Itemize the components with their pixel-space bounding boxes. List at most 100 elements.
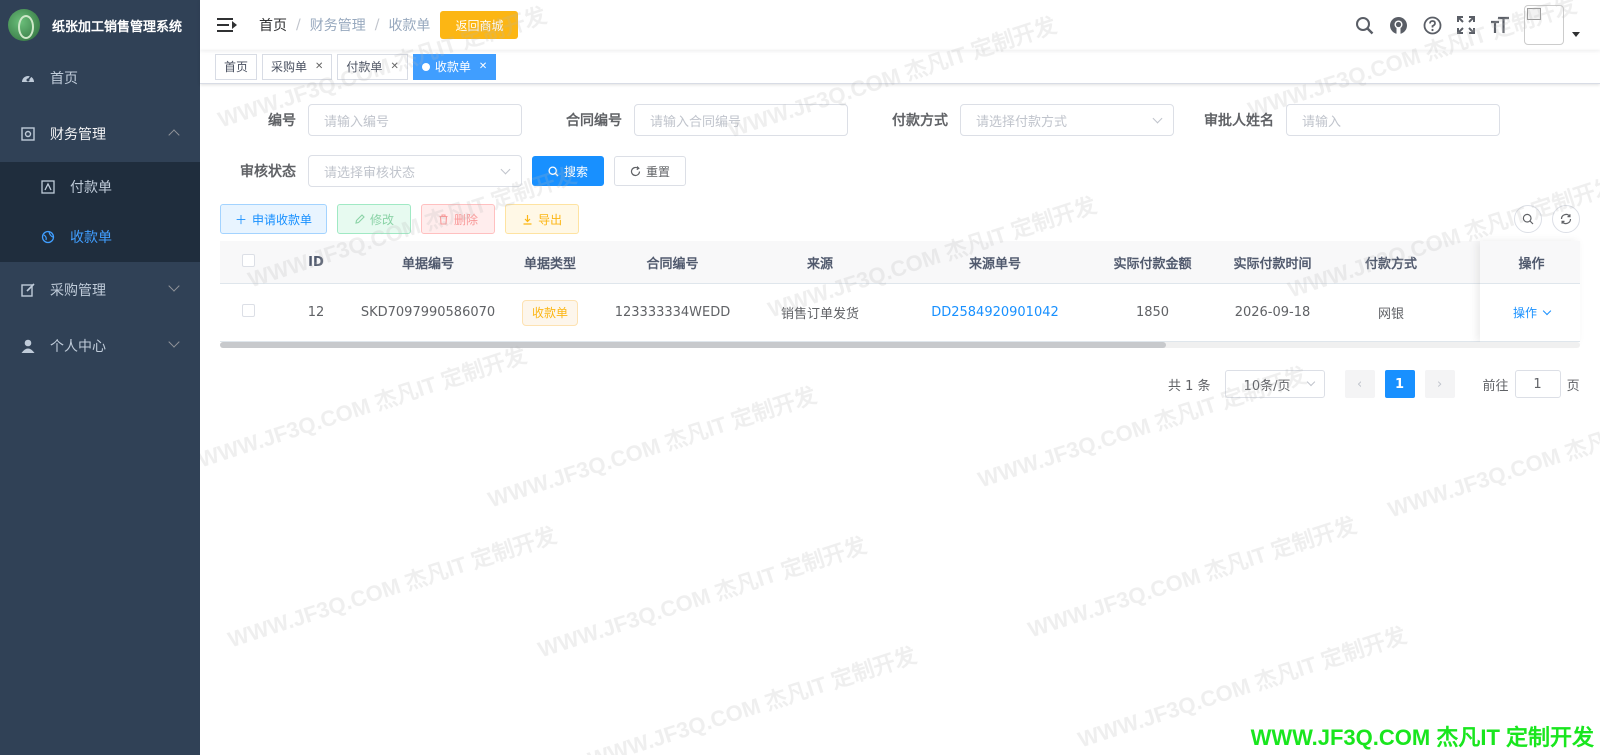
safe-icon xyxy=(20,126,36,142)
approver-input[interactable]: 请输入 xyxy=(1286,104,1500,136)
delete-button[interactable]: 删除 xyxy=(421,204,496,234)
chevron-down-icon xyxy=(168,336,180,348)
header-source: 来源 xyxy=(806,256,833,272)
sidebar-item-label: 个人中心 xyxy=(50,339,106,355)
logo-icon xyxy=(8,9,40,41)
sidebar-item-profile[interactable]: 个人中心 xyxy=(0,318,200,374)
tag-purchase[interactable]: 采购单 ✕ xyxy=(262,53,333,80)
receipt-table: ID 单据编号 单据类型 合同编号 来源 来源单号 实际付款金额 实际付款时间 … xyxy=(220,241,1580,342)
chevron-down-icon xyxy=(168,280,180,292)
operation-dropdown[interactable]: 操作 xyxy=(1512,304,1552,321)
table-horizontal-scrollbar[interactable] xyxy=(220,342,1580,348)
font-size-icon[interactable] xyxy=(1490,15,1510,35)
active-dot-icon xyxy=(421,62,430,71)
sidebar-item-payment[interactable]: 付款单 xyxy=(0,162,200,212)
hamburger-icon[interactable] xyxy=(217,17,237,33)
header-time: 实际付款时间 xyxy=(1233,256,1312,272)
sidebar-item-label: 付款单 xyxy=(70,180,112,196)
pagination: 共 1 条 10条/页 ‹ 1 › 前往 1 页 xyxy=(1168,370,1580,398)
cell-source-no: DD2584920901042 xyxy=(895,305,1095,320)
row-checkbox-cell xyxy=(220,304,276,321)
contract-label: 合同编号 xyxy=(566,113,622,129)
caret-down-icon[interactable] xyxy=(1572,31,1580,37)
search-icon[interactable] xyxy=(1354,15,1374,35)
toolbar: ＋ 申请收款单 修改 删除 导出 xyxy=(220,204,580,234)
refresh-button[interactable] xyxy=(1552,205,1580,233)
tag-label: 首页 xyxy=(224,60,249,74)
status-placeholder: 请选择审核状态 xyxy=(324,165,416,181)
header-actions: 操作 xyxy=(1518,256,1545,272)
sidebar-item-label: 采购管理 xyxy=(50,283,106,299)
search-button[interactable]: 搜索 xyxy=(532,156,605,186)
chevron-down-icon xyxy=(1542,306,1552,316)
page-number-button[interactable]: 1 xyxy=(1384,370,1415,398)
add-button-label: 申请收款单 xyxy=(252,212,313,227)
toggle-search-button[interactable] xyxy=(1514,205,1542,233)
contract-input[interactable]: 请输入合同编号 xyxy=(634,104,848,136)
search-row-1: 编号 请输入编号 合同编号 请输入合同编号 付款方式 请选择付款方式 审批人姓名… xyxy=(220,104,1500,136)
tag-payment[interactable]: 付款单 ✕ xyxy=(337,53,408,80)
select-all-checkbox[interactable] xyxy=(241,253,255,267)
tag-label: 收款单 xyxy=(434,60,471,74)
sidebar-item-label: 财务管理 xyxy=(50,127,106,143)
plus-icon: ＋ xyxy=(235,212,248,227)
avatar[interactable] xyxy=(1524,5,1564,45)
export-button[interactable]: 导出 xyxy=(505,204,580,234)
github-icon[interactable] xyxy=(1388,15,1408,35)
sidebar: 纸张加工销售管理系统 首页 财务管理 付款单 收款单 采购管理 个人中心 xyxy=(0,0,200,755)
tag-home[interactable]: 首页 xyxy=(215,53,258,80)
page-size-value: 10条/页 xyxy=(1243,378,1291,394)
cell-pay-method: 网银 xyxy=(1377,307,1404,322)
header-pay-method: 付款方式 xyxy=(1364,256,1417,272)
code-label: 编号 xyxy=(268,113,296,129)
close-icon[interactable]: ✕ xyxy=(479,61,487,72)
pencil-icon xyxy=(354,213,365,225)
scrollbar-thumb[interactable] xyxy=(220,342,1166,348)
next-page-button[interactable]: › xyxy=(1424,370,1455,398)
search-icon xyxy=(548,165,559,177)
back-to-shop-button[interactable]: 返回商城 xyxy=(440,11,519,39)
breadcrumb-receipt: 收款单 xyxy=(388,18,431,34)
header-checkbox-cell xyxy=(220,253,276,271)
cell-contract: 123333334WEDD xyxy=(614,305,731,320)
question-icon[interactable] xyxy=(1422,15,1442,35)
sidebar-item-receipt[interactable]: 收款单 xyxy=(0,212,200,262)
cell-source: 销售订单发货 xyxy=(780,307,859,322)
download-icon xyxy=(522,214,533,225)
logo[interactable]: 纸张加工销售管理系统 xyxy=(0,0,200,50)
header-id: ID xyxy=(308,254,324,270)
row-checkbox[interactable] xyxy=(241,304,255,317)
sidebar-item-home[interactable]: 首页 xyxy=(0,50,200,106)
page-size-select[interactable]: 10条/页 xyxy=(1224,370,1325,398)
trash-icon xyxy=(438,213,449,225)
breadcrumb: 首页 / 财务管理 / 收款单 xyxy=(259,15,431,35)
pay-method-placeholder: 请选择付款方式 xyxy=(976,114,1068,130)
sidebar-item-label: 首页 xyxy=(50,71,78,87)
finance-submenu: 付款单 收款单 xyxy=(0,162,200,262)
reset-button[interactable]: 重置 xyxy=(614,156,687,186)
breadcrumb-home[interactable]: 首页 xyxy=(259,15,287,35)
source-no-link[interactable]: DD2584920901042 xyxy=(931,305,1059,320)
chevron-down-icon xyxy=(1306,377,1315,387)
dashboard-icon xyxy=(20,70,36,86)
code-input[interactable]: 请输入编号 xyxy=(308,104,522,136)
edit-button[interactable]: 修改 xyxy=(337,204,412,234)
sidebar-item-label: 收款单 xyxy=(70,230,112,246)
close-icon[interactable]: ✕ xyxy=(315,61,323,72)
prev-page-button[interactable]: ‹ xyxy=(1344,370,1375,398)
header-type: 单据类型 xyxy=(523,256,576,272)
pay-method-select[interactable]: 请选择付款方式 xyxy=(960,104,1174,136)
type-badge: 收款单 xyxy=(521,299,578,326)
sidebar-item-finance[interactable]: 财务管理 xyxy=(0,106,200,162)
fullscreen-icon[interactable] xyxy=(1456,15,1476,35)
status-select[interactable]: 请选择审核状态 xyxy=(308,155,522,187)
breadcrumb-finance: 财务管理 xyxy=(309,18,366,34)
header-source-no: 来源单号 xyxy=(968,256,1021,272)
operation-label: 操作 xyxy=(1512,306,1537,320)
sidebar-item-purchase[interactable]: 采购管理 xyxy=(0,262,200,318)
goto-suffix: 页 xyxy=(1566,378,1580,394)
tag-receipt[interactable]: 收款单 ✕ xyxy=(412,53,497,80)
close-icon[interactable]: ✕ xyxy=(390,61,398,72)
add-receipt-button[interactable]: ＋ 申请收款单 xyxy=(220,204,328,234)
goto-page-input[interactable]: 1 xyxy=(1514,370,1561,398)
